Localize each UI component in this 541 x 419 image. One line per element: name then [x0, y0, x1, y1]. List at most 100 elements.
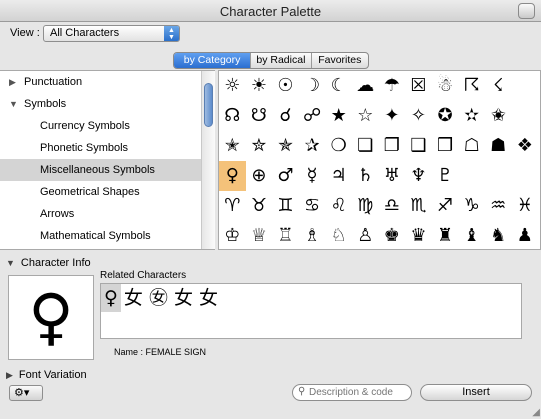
character-cell[interactable]: ☽ [299, 71, 326, 101]
character-cell[interactable]: ☂ [379, 71, 406, 101]
character-cell[interactable]: ♜ [432, 221, 459, 249]
character-cell[interactable]: ❒ [432, 131, 459, 161]
title-bar[interactable]: Character Palette [0, 0, 541, 22]
related-character[interactable]: ㊛ [146, 284, 171, 312]
category-item[interactable]: ▼ Symbols [0, 93, 215, 115]
character-cell[interactable]: ☆ [352, 101, 379, 131]
character-cell[interactable]: ☉ [272, 71, 299, 101]
search-input[interactable] [309, 386, 409, 399]
character-cell[interactable]: ☾ [325, 71, 352, 101]
tab-favorites[interactable]: Favorites [312, 53, 368, 68]
character-name: Name : FEMALE SIGN [114, 347, 207, 357]
disclosure-right-icon[interactable]: ▶ [9, 71, 16, 93]
character-cell[interactable]: ♗ [299, 221, 326, 249]
character-cell[interactable]: ♇ [432, 161, 459, 191]
character-cell[interactable]: ♉ [246, 191, 273, 221]
character-cell[interactable]: ♐ [432, 191, 459, 221]
category-scrollbar[interactable] [201, 71, 215, 249]
character-cell[interactable]: ✯ [272, 131, 299, 161]
character-cell[interactable]: ♓ [512, 191, 539, 221]
insert-button[interactable]: Insert [420, 384, 532, 401]
character-cell[interactable]: ♌ [325, 191, 352, 221]
character-cell[interactable]: ☃ [432, 71, 459, 101]
category-item[interactable]: Miscellaneous Symbols [0, 159, 215, 181]
character-cell[interactable]: ♊ [272, 191, 299, 221]
character-cell[interactable]: ♚ [379, 221, 406, 249]
character-cell[interactable]: ☒ [405, 71, 432, 101]
character-cell[interactable]: ☍ [299, 101, 326, 131]
character-cell[interactable]: ☇ [485, 71, 512, 101]
character-cell[interactable]: ♙ [352, 221, 379, 249]
category-scroll-thumb[interactable] [204, 83, 213, 127]
character-cell[interactable]: ✦ [379, 101, 406, 131]
character-cell[interactable]: ☼ [219, 71, 246, 101]
character-cell[interactable]: ★ [325, 101, 352, 131]
character-cell[interactable]: ✮ [246, 131, 273, 161]
category-item[interactable]: ▶ Punctuation [0, 71, 215, 93]
character-cell[interactable]: ♆ [405, 161, 432, 191]
character-cell[interactable]: ♏ [405, 191, 432, 221]
character-cell[interactable]: ☊ [219, 101, 246, 131]
character-cell[interactable]: ♈ [219, 191, 246, 221]
related-character[interactable]: 女 [121, 284, 146, 312]
category-item[interactable]: Currency Symbols [0, 115, 215, 137]
character-cell[interactable]: ❍ [325, 131, 352, 161]
tab-by-category[interactable]: by Category [174, 53, 252, 68]
character-cell[interactable]: ✫ [458, 101, 485, 131]
character-cell[interactable]: ♖ [272, 221, 299, 249]
character-cell[interactable]: ☿ [299, 161, 326, 191]
character-cell[interactable]: ♅ [379, 161, 406, 191]
character-cell[interactable]: ✧ [405, 101, 432, 131]
disclosure-down-icon[interactable]: ▼ [9, 93, 18, 115]
character-cell[interactable]: ♂ [272, 161, 299, 191]
character-cell[interactable]: ☋ [246, 101, 273, 131]
resize-grip-icon[interactable]: ◢ [532, 407, 540, 418]
category-item[interactable]: Arrows [0, 203, 215, 225]
collapse-button[interactable] [518, 3, 535, 19]
character-cell[interactable]: ♛ [405, 221, 432, 249]
character-cell[interactable]: ✰ [299, 131, 326, 161]
character-cell[interactable]: ♍ [352, 191, 379, 221]
character-cell[interactable]: ❖ [512, 131, 539, 161]
character-cell[interactable]: ☈ [458, 71, 485, 101]
related-character[interactable]: 女 [196, 284, 221, 312]
character-cell[interactable]: ♀ [219, 161, 246, 191]
character-cell[interactable]: ♘ [325, 221, 352, 249]
search-field[interactable]: ⚲ [292, 384, 412, 401]
category-item[interactable]: Geometrical Shapes [0, 181, 215, 203]
character-cell[interactable]: ☀ [246, 71, 273, 101]
character-cell[interactable]: ✬ [485, 101, 512, 131]
category-item[interactable]: Phonetic Symbols [0, 137, 215, 159]
character-cell[interactable]: ♑ [458, 191, 485, 221]
character-cell[interactable]: ☁ [352, 71, 379, 101]
character-cell[interactable]: ❑ [405, 131, 432, 161]
tab-by-radical[interactable]: by Radical [251, 53, 312, 68]
related-character[interactable]: ⼥ [171, 284, 196, 312]
category-item[interactable]: Mathematical Symbols [0, 225, 215, 247]
character-cell[interactable]: ♄ [352, 161, 379, 191]
related-character[interactable]: ♀ [101, 284, 121, 312]
character-cell[interactable]: ♃ [325, 161, 352, 191]
character-cell[interactable]: ♋ [299, 191, 326, 221]
character-cell[interactable]: ♒ [485, 191, 512, 221]
character-cell[interactable]: ♔ [219, 221, 246, 249]
character-cell[interactable]: ♕ [246, 221, 273, 249]
character-cell[interactable]: ❏ [352, 131, 379, 161]
character-cell[interactable]: ♞ [485, 221, 512, 249]
disclosure-down-icon[interactable]: ▼ [6, 258, 15, 268]
disclosure-right-icon[interactable]: ▶ [6, 370, 13, 380]
character-cell[interactable]: ☗ [485, 131, 512, 161]
view-select[interactable]: All Characters ▲ ▼ [43, 25, 180, 42]
character-cell[interactable]: ✪ [432, 101, 459, 131]
character-cell[interactable]: ⊕ [246, 161, 273, 191]
character-info-header[interactable]: ▼ Character Info [6, 257, 91, 269]
character-cell[interactable]: ♎ [379, 191, 406, 221]
character-cell[interactable]: ❐ [379, 131, 406, 161]
font-variation-header[interactable]: ▶ Font Variation [6, 369, 87, 381]
character-cell[interactable]: ☌ [272, 101, 299, 131]
character-cell[interactable]: ♟ [512, 221, 539, 249]
action-menu-button[interactable]: ⚙▾ [9, 385, 43, 401]
character-cell[interactable]: ♝ [458, 221, 485, 249]
character-cell[interactable]: ☖ [458, 131, 485, 161]
character-cell[interactable]: ✭ [219, 131, 246, 161]
